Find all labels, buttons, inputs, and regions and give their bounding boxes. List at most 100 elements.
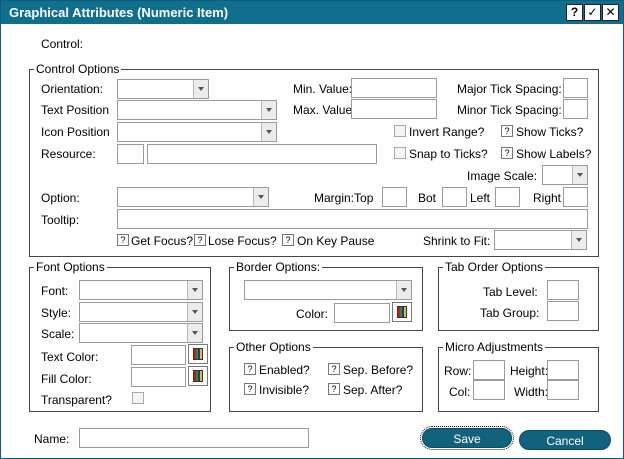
transparent-checkbox[interactable] bbox=[132, 392, 144, 404]
tooltip-label: Tooltip: bbox=[41, 213, 80, 227]
chevron-down-icon[interactable] bbox=[261, 123, 276, 141]
snap-to-ticks-checkbox[interactable] bbox=[394, 147, 406, 159]
margin-bot-input[interactable] bbox=[442, 187, 467, 207]
chevron-down-icon[interactable] bbox=[187, 281, 202, 299]
get-focus-label: Get Focus? bbox=[131, 234, 194, 248]
chevron-down-icon[interactable] bbox=[571, 231, 586, 249]
invisible-label: Invisible? bbox=[259, 383, 310, 397]
chevron-down-icon[interactable] bbox=[187, 303, 202, 321]
margin-left-input[interactable] bbox=[495, 187, 520, 207]
title-bar[interactable]: Graphical Attributes (Numeric Item) ? ✓ … bbox=[1, 1, 623, 24]
window-title: Graphical Attributes (Numeric Item) bbox=[9, 5, 229, 20]
option-select[interactable] bbox=[117, 187, 269, 207]
name-label: Name: bbox=[34, 432, 70, 446]
border-color-picker-button[interactable] bbox=[392, 302, 412, 322]
chevron-down-icon[interactable] bbox=[396, 281, 411, 299]
tab-level-label: Tab Level: bbox=[483, 285, 538, 299]
color-palette-icon bbox=[193, 348, 203, 360]
col-input[interactable] bbox=[473, 380, 505, 400]
col-label: Col: bbox=[449, 385, 471, 399]
height-label: Height: bbox=[510, 364, 549, 378]
tooltip-input[interactable] bbox=[117, 209, 588, 229]
text-color-input[interactable] bbox=[131, 345, 186, 365]
invisible-checkbox[interactable]: ? bbox=[244, 383, 256, 395]
get-focus-checkbox[interactable]: ? bbox=[117, 234, 129, 246]
max-value-input[interactable] bbox=[351, 99, 437, 119]
min-value-input[interactable] bbox=[351, 78, 437, 98]
row-label: Row: bbox=[444, 364, 472, 378]
fill-color-input[interactable] bbox=[131, 367, 186, 387]
margin-top-input[interactable] bbox=[382, 187, 407, 207]
chevron-down-icon[interactable] bbox=[572, 166, 587, 184]
width-input[interactable] bbox=[547, 380, 579, 400]
lose-focus-checkbox[interactable]: ? bbox=[194, 234, 206, 246]
image-scale-select[interactable] bbox=[542, 165, 588, 185]
scale-select[interactable] bbox=[79, 323, 203, 343]
style-label: Style: bbox=[41, 306, 72, 320]
row-input[interactable] bbox=[473, 360, 505, 380]
border-options-title: Border Options: bbox=[234, 260, 323, 274]
scale-label: Scale: bbox=[41, 327, 75, 341]
border-style-select[interactable] bbox=[244, 280, 412, 300]
orientation-label: Orientation: bbox=[41, 82, 104, 96]
minor-tick-spacing-input[interactable] bbox=[563, 99, 588, 119]
control-label: Control: bbox=[41, 37, 84, 51]
option-label: Option: bbox=[41, 191, 80, 205]
transparent-label: Transparent? bbox=[41, 393, 112, 407]
micro-adjustments-title: Micro Adjustments bbox=[443, 340, 546, 354]
tab-group-label: Tab Group: bbox=[480, 306, 540, 320]
text-color-picker-button[interactable] bbox=[188, 344, 208, 364]
cancel-button[interactable]: Cancel bbox=[519, 430, 611, 450]
show-labels-checkbox[interactable]: ? bbox=[501, 147, 513, 159]
sep-before-checkbox[interactable]: ? bbox=[328, 363, 340, 375]
minor-tick-spacing-label: Minor Tick Spacing: bbox=[457, 103, 562, 117]
ok-check-icon[interactable]: ✓ bbox=[584, 4, 601, 21]
chevron-down-icon[interactable] bbox=[193, 80, 208, 98]
resource-id-input[interactable] bbox=[117, 144, 144, 164]
chevron-down-icon[interactable] bbox=[261, 101, 276, 119]
snap-to-ticks-label: Snap to Ticks? bbox=[409, 147, 488, 161]
shrink-to-fit-select[interactable] bbox=[494, 230, 587, 250]
height-input[interactable] bbox=[547, 360, 579, 380]
name-input[interactable] bbox=[79, 428, 309, 448]
margin-right-input[interactable] bbox=[563, 187, 588, 207]
max-value-label: Max. Value: bbox=[293, 103, 356, 117]
color-palette-icon bbox=[193, 370, 203, 382]
margin-left-label: Left bbox=[470, 191, 491, 205]
close-icon[interactable]: ✕ bbox=[602, 4, 619, 21]
major-tick-spacing-input[interactable] bbox=[563, 78, 588, 98]
on-key-pause-checkbox[interactable]: ? bbox=[282, 234, 294, 246]
tab-group-input[interactable] bbox=[547, 301, 579, 321]
show-ticks-checkbox[interactable]: ? bbox=[501, 125, 513, 137]
show-labels-label: Show Labels? bbox=[516, 147, 592, 161]
icon-position-label: Icon Position bbox=[41, 125, 110, 139]
font-select[interactable] bbox=[79, 280, 203, 300]
enabled-checkbox[interactable]: ? bbox=[244, 363, 256, 375]
show-ticks-label: Show Ticks? bbox=[516, 125, 584, 139]
other-options-title: Other Options bbox=[234, 340, 313, 354]
chevron-down-icon[interactable] bbox=[253, 188, 268, 206]
on-key-pause-label: On Key Pause bbox=[297, 234, 375, 248]
chevron-down-icon[interactable] bbox=[187, 324, 202, 342]
style-select[interactable] bbox=[79, 302, 203, 322]
resource-input[interactable] bbox=[147, 144, 377, 164]
invert-range-checkbox[interactable] bbox=[394, 125, 406, 137]
icon-position-select[interactable] bbox=[117, 122, 277, 142]
lose-focus-label: Lose Focus? bbox=[208, 234, 277, 248]
border-color-input[interactable] bbox=[334, 303, 390, 323]
text-position-label: Text Position bbox=[41, 103, 110, 117]
help-icon[interactable]: ? bbox=[566, 4, 583, 21]
tab-level-input[interactable] bbox=[547, 280, 579, 300]
shrink-to-fit-label: Shrink to Fit: bbox=[423, 234, 491, 248]
sep-after-checkbox[interactable]: ? bbox=[328, 383, 340, 395]
image-scale-label: Image Scale: bbox=[467, 169, 538, 183]
margin-right-label: Right bbox=[533, 191, 562, 205]
save-button[interactable]: Save bbox=[420, 426, 514, 450]
text-position-select[interactable] bbox=[117, 100, 277, 120]
graphical-attributes-dialog: Graphical Attributes (Numeric Item) ? ✓ … bbox=[0, 0, 624, 459]
fill-color-picker-button[interactable] bbox=[188, 366, 208, 386]
tab-order-options-title: Tab Order Options bbox=[443, 260, 546, 274]
fill-color-label: Fill Color: bbox=[41, 372, 92, 386]
other-options-group: Other Options bbox=[229, 340, 423, 412]
orientation-select[interactable] bbox=[117, 79, 209, 99]
